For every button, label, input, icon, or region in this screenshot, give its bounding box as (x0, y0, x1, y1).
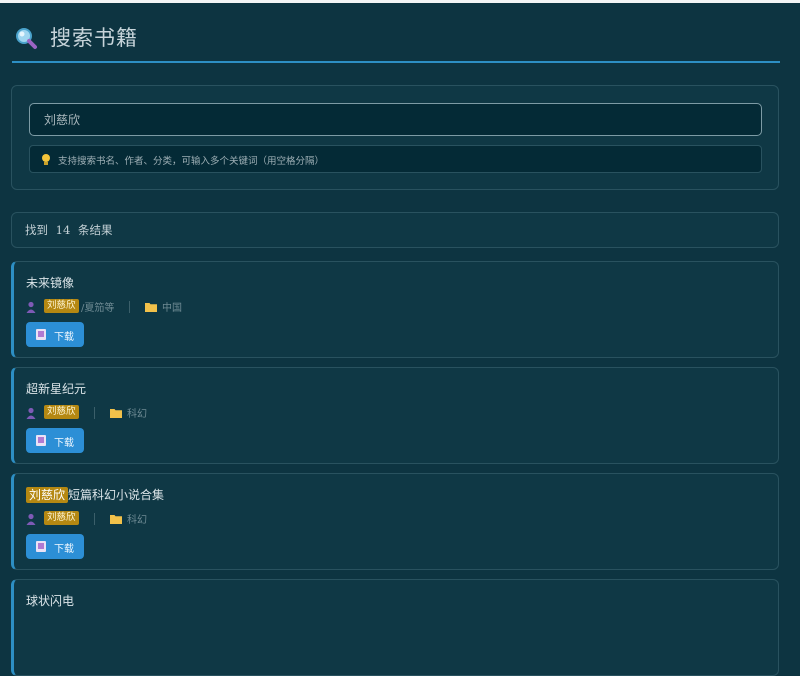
book-icon (36, 541, 46, 552)
author-highlight: 刘慈欣 (44, 511, 79, 525)
book-card: 超新星纪元 刘慈欣 科幻 下载 (11, 367, 779, 464)
book-title[interactable]: 未来镜像 (26, 274, 74, 291)
magnifier-icon (16, 28, 37, 49)
page-title: 搜索书籍 (50, 26, 138, 50)
book-title[interactable]: 刘慈欣 短篇科幻小说合集 (26, 486, 164, 503)
search-hint: 支持搜索书名、作者、分类，可输入多个关键词（用空格分隔） (29, 145, 762, 173)
book-category: 科幻 (127, 409, 147, 420)
book-card: 未来镜像 刘慈欣 /夏笳等 中国 下载 (11, 261, 779, 358)
book-icon (36, 435, 46, 446)
author-highlight: 刘慈欣 (44, 299, 79, 313)
result-suffix: 条结果 (77, 223, 113, 237)
book-title-text: 超新星纪元 (26, 382, 87, 396)
author-highlight: 刘慈欣 (44, 405, 79, 419)
page-header: 搜索书籍 (12, 22, 780, 64)
person-icon (26, 407, 36, 419)
book-title[interactable]: 球状闪电 (26, 592, 74, 609)
book-title-text: 短篇科幻小说合集 (68, 488, 165, 502)
result-number: 14 (55, 223, 71, 237)
author-rest: /夏笳等 (81, 303, 115, 314)
meta-divider (94, 407, 95, 419)
folder-icon (145, 303, 157, 312)
header-divider (12, 61, 780, 63)
meta-divider (129, 301, 130, 313)
folder-icon (110, 515, 122, 524)
lightbulb-icon (42, 154, 50, 165)
download-label: 下载 (54, 544, 74, 555)
book-icon (36, 329, 46, 340)
title-highlight: 刘慈欣 (26, 487, 69, 503)
folder-icon (110, 409, 122, 418)
top-border (0, 0, 800, 3)
hint-text: 支持搜索书名、作者、分类，可输入多个关键词（用空格分隔） (58, 156, 325, 167)
book-card: 球状闪电 (11, 579, 779, 676)
search-input[interactable] (29, 103, 762, 136)
book-category: 中国 (162, 303, 182, 314)
book-card: 刘慈欣 短篇科幻小说合集 刘慈欣 科幻 下载 (11, 473, 779, 570)
result-count: 找到 14 条结果 (11, 212, 779, 248)
result-prefix: 找到 (25, 223, 48, 237)
person-icon (26, 301, 36, 313)
search-panel: 支持搜索书名、作者、分类，可输入多个关键词（用空格分隔） (11, 85, 779, 190)
book-category: 科幻 (127, 515, 147, 526)
person-icon (26, 513, 36, 525)
download-label: 下载 (54, 438, 74, 449)
download-button[interactable]: 下载 (26, 322, 84, 347)
meta-divider (94, 513, 95, 525)
book-title[interactable]: 超新星纪元 (26, 380, 86, 397)
download-button[interactable]: 下载 (26, 428, 84, 453)
download-button[interactable]: 下载 (26, 534, 84, 559)
download-label: 下载 (54, 332, 74, 343)
book-title-text: 未来镜像 (26, 276, 75, 290)
